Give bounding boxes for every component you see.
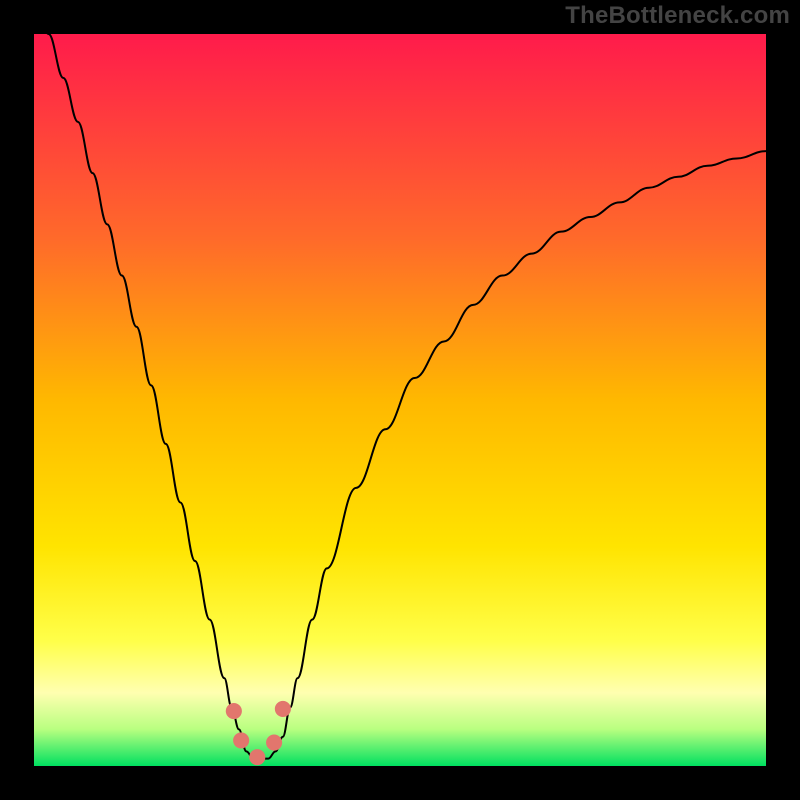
chart-frame: TheBottleneck.com [0,0,800,800]
bottleneck-marker [226,703,242,719]
bottleneck-marker [275,701,291,717]
chart-svg [34,34,766,766]
bottleneck-marker [249,749,265,765]
bottleneck-marker [233,732,249,748]
plot-area [34,34,766,766]
bottleneck-marker [266,735,282,751]
watermark-text: TheBottleneck.com [565,2,790,30]
